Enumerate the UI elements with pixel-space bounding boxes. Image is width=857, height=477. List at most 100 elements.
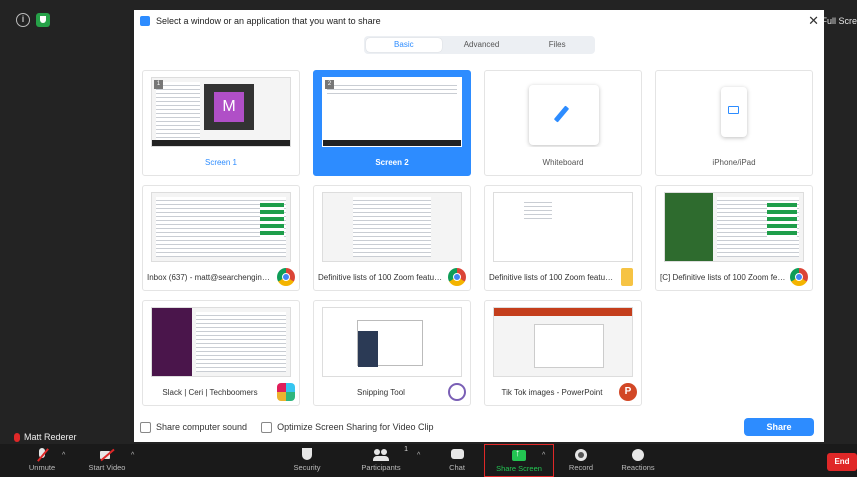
share-tabs: Basic Advanced Files [364, 36, 595, 54]
record-icon [574, 448, 588, 462]
share-source-grid: M 1 Screen 1 2 Screen 2 Whiteboard iPhon… [142, 70, 816, 406]
close-icon[interactable]: ✕ [808, 13, 819, 29]
tab-basic[interactable]: Basic [366, 38, 442, 52]
chrome-icon [277, 268, 295, 286]
video-options-caret[interactable]: ^ [131, 452, 134, 459]
screen-number-tag: 2 [325, 80, 334, 89]
record-button[interactable]: Record [552, 446, 610, 477]
mic-muted-icon [14, 432, 20, 442]
tile-label: Slack | Ceri | Techboomers [162, 388, 258, 397]
tab-files[interactable]: Files [519, 36, 595, 54]
unmute-label: Unmute [28, 463, 56, 472]
tile-label: Tik Tok images - PowerPoint [501, 388, 603, 397]
participants-count: 1 [404, 446, 408, 453]
participant-name: Matt Rederer [24, 432, 77, 442]
participants-icon [373, 448, 389, 462]
tile-label: Definitive lists of 100 Zoom features [489, 273, 617, 282]
window-thumbnail [493, 192, 633, 262]
participants-button[interactable]: 1 Participants [352, 446, 410, 477]
chrome-icon [790, 268, 808, 286]
optimize-video-label: Optimize Screen Sharing for Video Clip [277, 422, 434, 432]
optimize-video-checkbox[interactable] [261, 421, 273, 433]
participant-name-tag: Matt Rederer [14, 432, 77, 442]
share-tile-window-zoom-features-c[interactable]: [C] Definitive lists of 100 Zoom feature… [655, 185, 813, 291]
window-thumbnail [322, 192, 462, 262]
chat-label: Chat [449, 463, 465, 472]
reactions-button[interactable]: Reactions [609, 446, 667, 477]
start-video-label: Start Video [88, 463, 126, 472]
share-tile-whiteboard[interactable]: Whiteboard [484, 70, 642, 176]
share-screen-icon [512, 448, 526, 463]
thumb-avatar-letter: M [214, 92, 244, 122]
scissors-icon [448, 383, 466, 401]
video-off-icon [100, 448, 114, 462]
screen-thumbnail: 2 [322, 77, 462, 147]
share-sound-option[interactable]: Share computer sound [140, 421, 248, 433]
tile-label: Screen 2 [375, 158, 409, 167]
chat-button[interactable]: Chat [428, 446, 486, 477]
window-thumbnail [664, 192, 804, 262]
share-screen-button[interactable]: Share Screen [484, 444, 554, 477]
tile-label: [C] Definitive lists of 100 Zoom feature… [660, 273, 800, 282]
audio-options-caret[interactable]: ^ [62, 452, 65, 459]
share-button[interactable]: Share [744, 418, 814, 436]
participants-label: Participants [361, 463, 401, 472]
status-icons: i [16, 13, 50, 27]
share-tile-window-zoom-features-folder[interactable]: Definitive lists of 100 Zoom features [484, 185, 642, 291]
zoom-app-icon [140, 16, 150, 26]
share-screen-dialog: Select a window or an application that y… [134, 10, 824, 442]
window-thumbnail [151, 192, 291, 262]
record-label: Record [568, 463, 594, 472]
powerpoint-icon: P [619, 383, 637, 401]
share-tile-window-powerpoint[interactable]: Tik Tok images - PowerPoint P [484, 300, 642, 406]
start-video-button[interactable]: Start Video [78, 446, 136, 477]
window-thumbnail [151, 307, 291, 377]
share-tile-window-inbox[interactable]: Inbox (637) - matt@searchenginejournal.c… [142, 185, 300, 291]
tile-label: Inbox (637) - matt@searchenginejournal.c… [147, 273, 299, 282]
folder-icon [621, 268, 633, 286]
share-sound-label: Share computer sound [156, 422, 248, 432]
share-tile-screen-1[interactable]: M 1 Screen 1 [142, 70, 300, 176]
screen-thumbnail: M 1 [151, 77, 291, 147]
share-tile-window-zoom-features[interactable]: Definitive lists of 100 Zoom features [313, 185, 471, 291]
tile-label: iPhone/iPad [712, 158, 756, 167]
tile-label: Definitive lists of 100 Zoom features [318, 273, 446, 282]
security-button[interactable]: Security [278, 446, 336, 477]
screen-number-tag: 1 [154, 80, 163, 89]
share-screen-label: Share Screen [496, 464, 542, 473]
security-label: Security [293, 463, 321, 472]
reactions-label: Reactions [621, 463, 655, 472]
tile-label: Snipping Tool [357, 388, 405, 397]
chat-bubble-icon [450, 448, 464, 462]
tab-advanced[interactable]: Advanced [444, 36, 520, 54]
tile-label: Screen 1 [204, 158, 238, 167]
window-thumbnail [493, 307, 633, 377]
device-thumbnail [664, 77, 804, 147]
dialog-header: Select a window or an application that y… [134, 10, 824, 32]
fullscreen-label[interactable]: Full Scre [821, 16, 857, 26]
zoom-meeting-window: i Full Scre Select a window or an applic… [0, 0, 857, 477]
microphone-off-icon [35, 448, 49, 462]
window-thumbnail [322, 307, 462, 377]
share-tile-window-slack[interactable]: Slack | Ceri | Techboomers [142, 300, 300, 406]
info-icon[interactable]: i [16, 13, 30, 27]
reactions-smiley-icon [631, 448, 645, 462]
optimize-video-option[interactable]: Optimize Screen Sharing for Video Clip [261, 421, 434, 433]
share-tile-screen-2[interactable]: 2 Screen 2 [313, 70, 471, 176]
security-shield-icon [300, 448, 314, 462]
share-tile-iphone-ipad[interactable]: iPhone/iPad [655, 70, 813, 176]
unmute-button[interactable]: Unmute [13, 446, 71, 477]
share-sound-checkbox[interactable] [140, 421, 151, 433]
pen-icon [553, 105, 570, 123]
chrome-icon [448, 268, 466, 286]
dialog-title: Select a window or an application that y… [156, 16, 381, 26]
share-tile-window-snipping-tool[interactable]: Snipping Tool [313, 300, 471, 406]
screen-cast-icon [728, 106, 739, 114]
participants-options-caret[interactable]: ^ [417, 452, 420, 459]
tile-label: Whiteboard [542, 158, 584, 167]
shield-icon[interactable] [36, 13, 50, 27]
whiteboard-thumbnail [493, 77, 633, 147]
end-meeting-button[interactable]: End [827, 453, 857, 471]
share-options-caret[interactable]: ^ [542, 452, 545, 459]
dialog-footer: Share computer sound Optimize Screen Sha… [140, 417, 814, 437]
